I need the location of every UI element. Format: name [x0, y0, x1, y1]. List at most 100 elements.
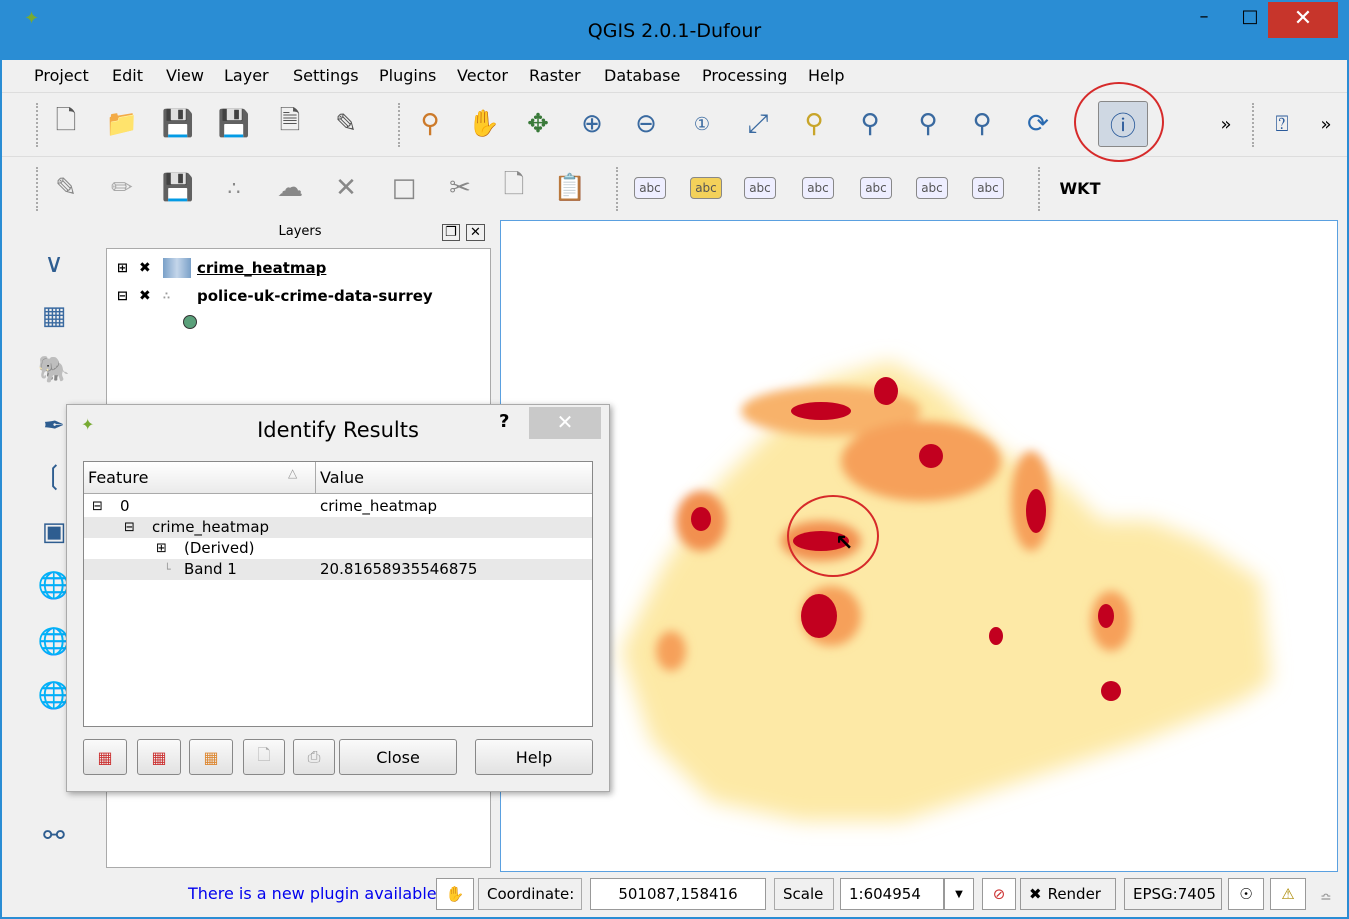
float-panel-button[interactable]: ❐: [442, 224, 460, 241]
new-project-icon[interactable]: 🗋: [48, 105, 84, 143]
pan-to-selection-icon[interactable]: ⚲: [412, 105, 448, 143]
dialog-close-button[interactable]: ✕: [529, 407, 601, 439]
close-panel-button[interactable]: ✕: [466, 224, 485, 241]
help-contents-icon[interactable]: ⍰: [1264, 105, 1300, 143]
pin-labels-icon[interactable]: abc: [744, 177, 776, 199]
rotate-label-icon[interactable]: abc: [916, 177, 948, 199]
feature-cell: 0: [120, 497, 130, 515]
zoom-full-icon[interactable]: ⤢: [740, 105, 776, 143]
zoom-in-icon[interactable]: ⊕: [574, 105, 610, 143]
collapse-all-button[interactable]: ▦: [137, 739, 181, 775]
mouse-position-toggle-icon[interactable]: ✋: [436, 878, 474, 910]
pan-map-icon[interactable]: ✥: [520, 105, 556, 143]
add-postgis-layer-icon[interactable]: 🐘: [38, 354, 70, 386]
composer-manager-icon[interactable]: ✎: [328, 105, 364, 143]
show-hide-labels-icon[interactable]: abc: [802, 177, 834, 199]
add-delimited-text-icon[interactable]: ⚯: [38, 820, 70, 852]
menu-raster[interactable]: Raster: [529, 66, 581, 85]
zoom-to-selection-icon[interactable]: ⚲: [852, 105, 888, 143]
copy-button[interactable]: 🗋: [243, 739, 285, 775]
layer-visibility-checkbox[interactable]: ✖: [139, 260, 163, 276]
node-tool-icon[interactable]: ✕: [328, 169, 364, 207]
menu-processing[interactable]: Processing: [702, 66, 787, 85]
column-value[interactable]: Value: [316, 462, 592, 494]
menu-help[interactable]: Help: [808, 66, 844, 85]
save-edits-icon[interactable]: 💾: [160, 169, 196, 207]
menu-project[interactable]: Project: [34, 66, 89, 85]
collapse-icon[interactable]: ⊟: [124, 517, 135, 538]
wkt-icon[interactable]: WKT: [1060, 169, 1101, 207]
pan-icon[interactable]: ✋: [466, 105, 502, 143]
menu-bar: Project Edit View Layer Settings Plugins…: [2, 60, 1347, 92]
crs-globe-icon[interactable]: ☉: [1228, 878, 1264, 910]
add-feature-icon[interactable]: ∴: [216, 169, 252, 207]
refresh-icon[interactable]: ⟳: [1020, 105, 1056, 143]
zoom-last-icon[interactable]: ⚲: [910, 105, 946, 143]
map-canvas[interactable]: ↖: [500, 220, 1338, 872]
change-label-icon[interactable]: abc: [972, 177, 1004, 199]
new-print-composer-icon[interactable]: 🗎: [272, 105, 308, 143]
tree-row[interactable]: ⊞ (Derived): [84, 538, 592, 559]
maximize-button[interactable]: □: [1228, 2, 1272, 38]
expand-icon[interactable]: ⊞: [117, 261, 139, 276]
print-button[interactable]: ⎙: [293, 739, 335, 775]
zoom-native-icon[interactable]: ①: [684, 105, 720, 143]
menu-plugins[interactable]: Plugins: [379, 66, 436, 85]
expand-all-button[interactable]: ▦: [83, 739, 127, 775]
layer-item-police-uk-crime-data-surrey[interactable]: ⊟ ✖ ∴ police-uk-crime-data-surrey: [117, 285, 433, 307]
tree-row[interactable]: ⊟ crime_heatmap: [84, 517, 592, 538]
feature-cell: Band 1: [184, 560, 237, 578]
tree-row[interactable]: ⊟ 0 crime_heatmap: [84, 496, 592, 517]
save-project-icon[interactable]: 💾: [160, 105, 196, 143]
menu-edit[interactable]: Edit: [112, 66, 143, 85]
layer-labeling-icon[interactable]: abc: [634, 177, 666, 199]
copy-features-icon[interactable]: 🗋: [496, 169, 532, 207]
help-button[interactable]: Help: [475, 739, 593, 775]
menu-database[interactable]: Database: [604, 66, 680, 85]
collapse-icon[interactable]: ⊟: [92, 496, 103, 517]
menu-layer[interactable]: Layer: [224, 66, 269, 85]
chevron-down-icon[interactable]: ▼: [944, 878, 974, 910]
stop-render-icon[interactable]: ⊘: [982, 878, 1016, 910]
move-feature-icon[interactable]: ☁: [272, 169, 308, 207]
expand-icon[interactable]: ⊞: [156, 538, 167, 559]
new-plugin-link[interactable]: There is a new plugin available: [188, 884, 437, 903]
toggle-editing-icon[interactable]: ✏: [104, 169, 140, 207]
close-dialog-button[interactable]: Close: [339, 739, 457, 775]
help-mark[interactable]: ?: [499, 411, 509, 432]
help-toolbar-overflow-button[interactable]: »: [1308, 105, 1344, 143]
coordinate-field[interactable]: 501087,158416: [590, 878, 766, 910]
toolbar-grip: [36, 103, 40, 147]
crs-status[interactable]: EPSG:7405: [1124, 878, 1222, 910]
resize-grip-icon[interactable]: ≏: [1320, 890, 1332, 906]
cut-features-icon[interactable]: ✂: [442, 169, 478, 207]
column-feature[interactable]: Feature: [84, 462, 316, 494]
paste-features-icon[interactable]: 📋: [552, 169, 588, 207]
save-as-icon[interactable]: 💾: [216, 105, 252, 143]
add-raster-layer-icon[interactable]: ▦: [38, 300, 70, 332]
menu-view[interactable]: View: [166, 66, 204, 85]
layer-visibility-checkbox[interactable]: ✖: [139, 288, 163, 304]
tree-row[interactable]: └ Band 1 20.81658935546875: [84, 559, 592, 580]
menu-vector[interactable]: Vector: [457, 66, 508, 85]
menu-settings[interactable]: Settings: [293, 66, 359, 85]
zoom-next-icon[interactable]: ⚲: [964, 105, 1000, 143]
move-label-icon[interactable]: abc: [860, 177, 892, 199]
minimize-button[interactable]: –: [1182, 2, 1226, 38]
expand-new-button[interactable]: ▦: [189, 739, 233, 775]
messages-warning-icon[interactable]: ⚠: [1270, 878, 1306, 910]
close-button[interactable]: ✕: [1268, 2, 1338, 38]
collapse-icon[interactable]: ⊟: [117, 289, 139, 304]
label-tool-icon[interactable]: abc: [690, 177, 722, 199]
current-edits-icon[interactable]: ✎: [48, 169, 84, 207]
layer-item-crime-heatmap[interactable]: ⊞ ✖ crime_heatmap: [117, 257, 326, 279]
delete-selected-icon[interactable]: □: [386, 169, 422, 207]
scale-field[interactable]: 1:604954: [840, 878, 944, 910]
zoom-out-icon[interactable]: ⊖: [628, 105, 664, 143]
raster-layer-icon: [163, 258, 191, 278]
open-project-icon[interactable]: 📁: [104, 105, 140, 143]
zoom-to-layer-icon[interactable]: ⚲: [796, 105, 832, 143]
add-vector-layer-icon[interactable]: ∨: [38, 248, 70, 280]
render-checkbox[interactable]: ✖ Render: [1020, 878, 1116, 910]
toolbar-overflow-button[interactable]: »: [1208, 105, 1244, 143]
